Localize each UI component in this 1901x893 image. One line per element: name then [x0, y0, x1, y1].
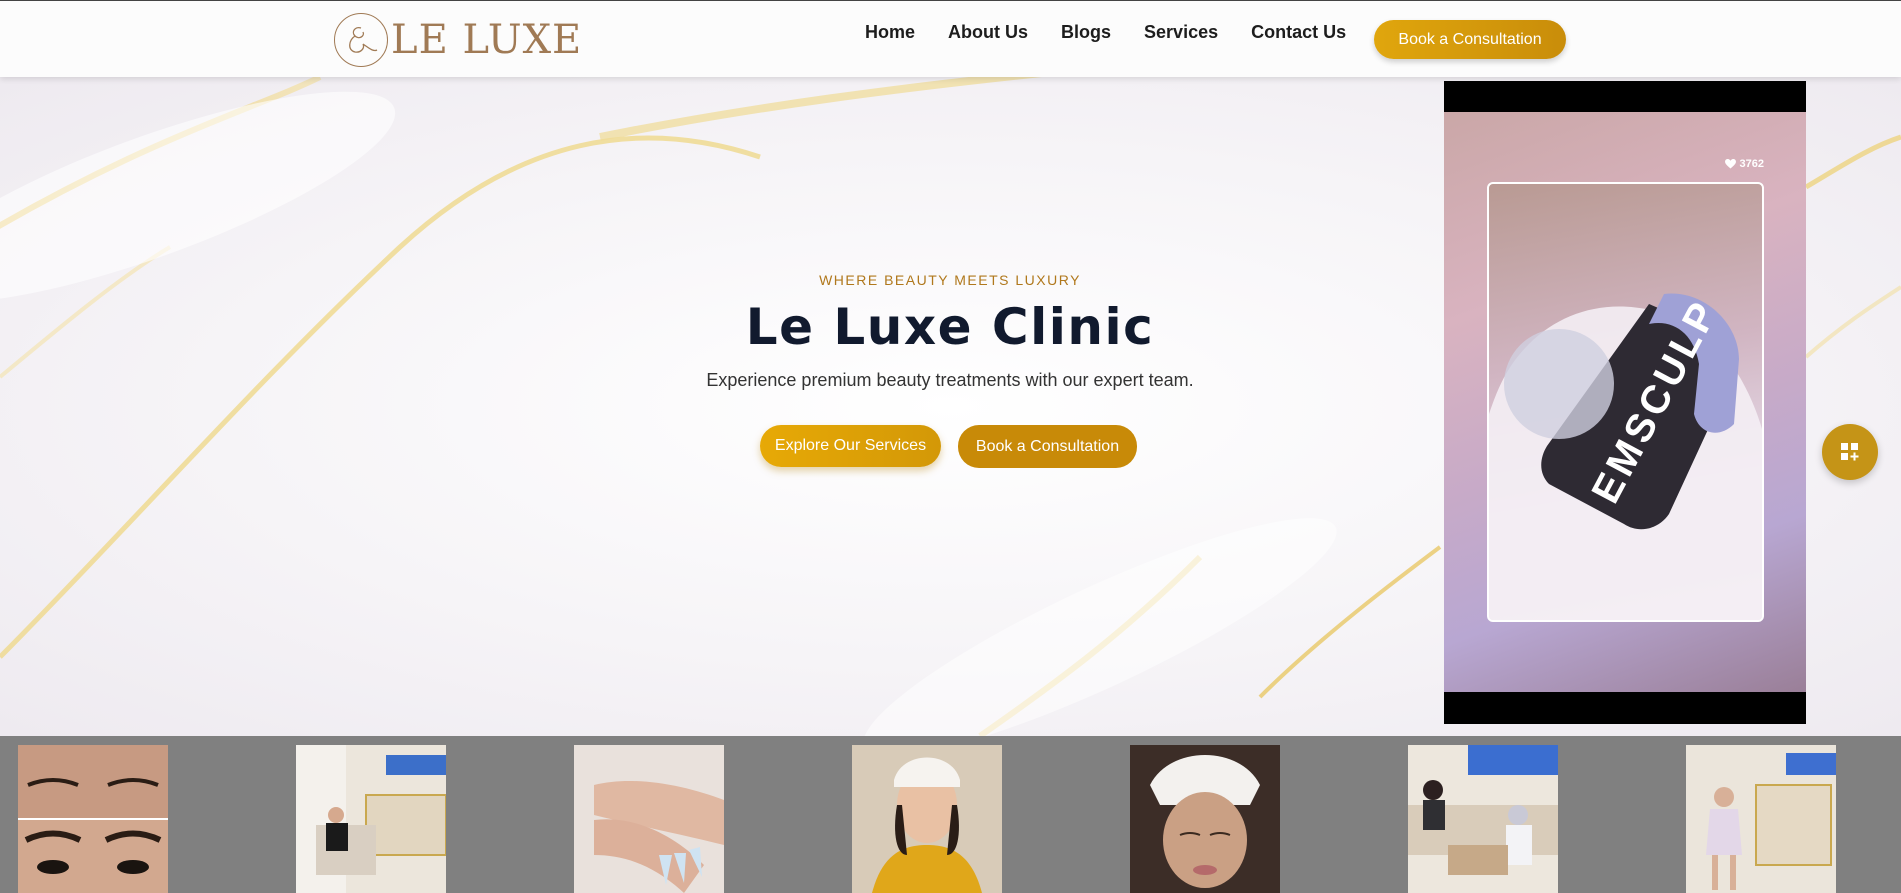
facial-client-gold-robe-photo [852, 745, 1002, 893]
emsculpt-device-illustration [1489, 293, 1762, 620]
video-frame: 3762 EMSCULP [1444, 112, 1806, 692]
promo-video-player[interactable]: 3762 EMSCULP [1444, 81, 1806, 724]
logo-emblem-icon [334, 12, 388, 67]
clinic-client-standing-photo [1686, 745, 1836, 893]
gallery-item[interactable] [1408, 745, 1558, 893]
gallery-strip [0, 736, 1901, 893]
likes-count: 3762 [1739, 158, 1764, 170]
nav-book-consultation-button[interactable]: Book a Consultation [1374, 20, 1566, 59]
hero-content: WHERE BEAUTY MEETS LUXURY Le Luxe Clinic… [650, 272, 1250, 391]
floating-grid-button[interactable] [1822, 424, 1878, 480]
nails-manicure-photo [574, 745, 724, 893]
brows-before-after-photo [18, 745, 168, 893]
nav-about-us[interactable]: About Us [948, 22, 1028, 43]
nav-contact-us[interactable]: Contact Us [1251, 22, 1346, 43]
gallery-item[interactable] [852, 745, 1002, 893]
gallery-item[interactable] [1686, 745, 1836, 893]
gallery-item[interactable] [296, 745, 446, 893]
heart-icon [1724, 159, 1736, 169]
nav-blogs[interactable]: Blogs [1061, 22, 1111, 43]
brand-logo[interactable]: LE LUXE [334, 11, 582, 68]
hero-title: Le Luxe Clinic [745, 298, 1155, 356]
likes-counter: 3762 [1724, 158, 1764, 170]
hero-tagline: WHERE BEAUTY MEETS LUXURY [819, 272, 1081, 288]
gallery-item[interactable] [1130, 745, 1280, 893]
top-navigation-bar: LE LUXE Home About Us Blogs Services Con… [0, 0, 1901, 77]
clinic-client-seated-photo [296, 745, 446, 893]
facial-treatment-photo [1130, 745, 1280, 893]
gallery-item[interactable] [18, 745, 168, 893]
hero-subtitle: Experience premium beauty treatments wit… [706, 370, 1194, 390]
hero-buttons: Explore Our Services Book a Consultation [760, 425, 1137, 468]
main-nav: Home About Us Blogs Services Contact Us [865, 22, 1346, 43]
pedicure-salon-photo [1408, 745, 1558, 893]
nav-home[interactable]: Home [865, 22, 915, 43]
gallery-item[interactable] [574, 745, 724, 893]
explore-services-button[interactable]: Explore Our Services [760, 425, 941, 467]
book-consultation-button[interactable]: Book a Consultation [958, 425, 1137, 468]
nav-services[interactable]: Services [1144, 22, 1218, 43]
grid-plus-icon [1841, 443, 1859, 461]
brand-name: LE LUXE [391, 16, 583, 63]
video-focus-frame: EMSCULP [1487, 182, 1764, 622]
